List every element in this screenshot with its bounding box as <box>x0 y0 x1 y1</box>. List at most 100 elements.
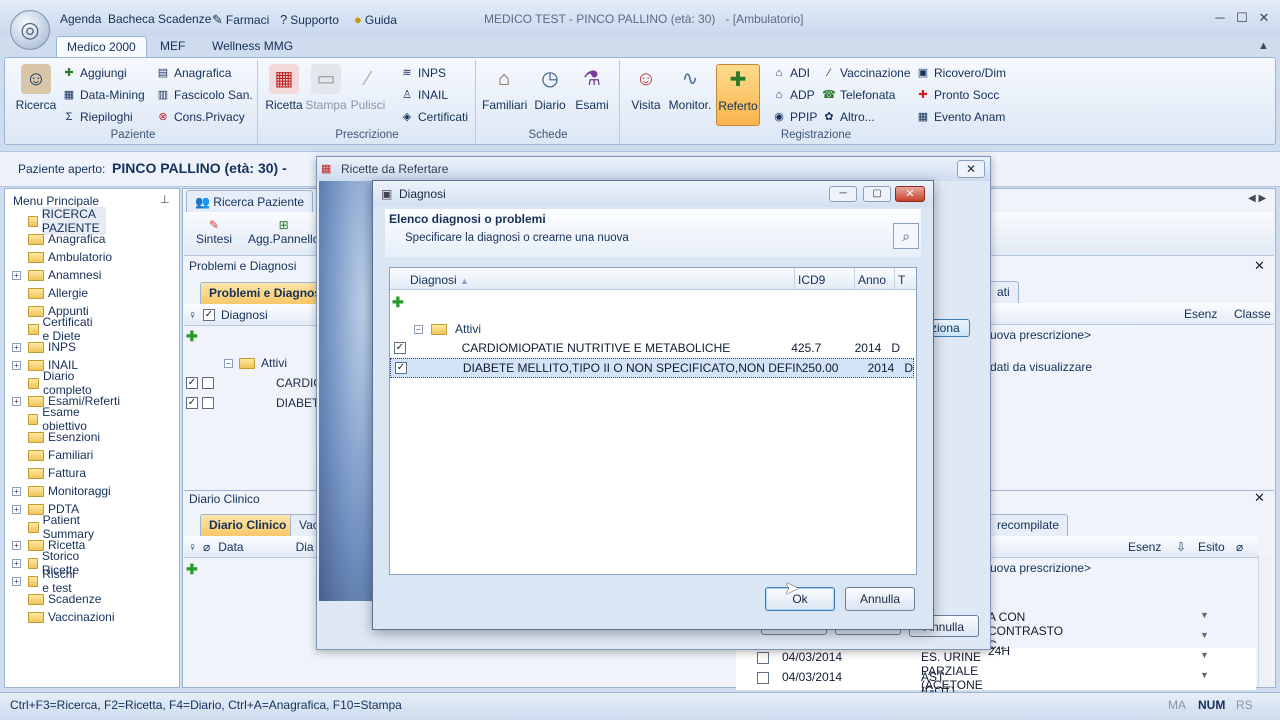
esami-button[interactable]: ⚗ Esami <box>570 64 614 116</box>
expand-icon[interactable]: + <box>12 270 21 280</box>
expand-icon[interactable]: + <box>12 342 21 352</box>
annulla-button[interactable]: Annulla <box>845 587 915 611</box>
collapse-icon[interactable]: − <box>224 358 233 368</box>
diagnosi-minimize-icon[interactable]: ─ <box>829 186 857 202</box>
maximize-icon[interactable]: ☐ <box>1232 10 1252 28</box>
tab-wellness-mmg[interactable]: Wellness MMG <box>202 36 303 58</box>
sidebar-item[interactable]: Diario completo <box>18 369 97 397</box>
row-check[interactable]: ✓ <box>395 362 407 374</box>
diagnosi-close-icon[interactable]: ✕ <box>895 186 925 202</box>
ricette-close-icon[interactable]: ✕ <box>957 160 985 178</box>
tab-mef[interactable]: MEF <box>150 36 195 58</box>
expand-icon[interactable]: + <box>12 558 21 568</box>
nuova-prescrizione-row-2[interactable]: uova prescrizione> <box>990 561 1091 575</box>
qa-scadenze[interactable]: Scadenze <box>158 12 211 26</box>
sidebar-item[interactable]: Vaccinazioni <box>18 608 114 626</box>
problemi-group-attivi[interactable]: − Attivi <box>224 356 287 370</box>
pulisci-button[interactable]: ⁄ Pulisci <box>346 64 390 116</box>
qa-farmaci[interactable]: ✎ Farmaci <box>212 12 269 28</box>
diagnosi-maximize-icon[interactable]: ▢ <box>863 186 891 202</box>
referto-button[interactable]: ✚ Referto <box>716 64 760 126</box>
row-check[interactable]: ✓ <box>394 341 406 354</box>
pin-icon[interactable]: ⊥ <box>160 193 170 206</box>
diagnosi-group-attivi[interactable]: − Attivi <box>414 322 481 336</box>
dropdown-icon[interactable]: ▼ <box>1200 610 1209 620</box>
qa-agenda[interactable]: Agenda <box>60 12 101 26</box>
row-check[interactable] <box>757 652 769 664</box>
seleziona-button[interactable]: ziona <box>928 319 970 337</box>
dropdown-icon[interactable]: ▼ <box>1200 630 1209 640</box>
tab-medico-2000[interactable]: Medico 2000 <box>56 36 147 58</box>
row-check-2[interactable] <box>202 377 214 389</box>
diagnosi-row-2[interactable]: ✓ DIABETE MELLITO,TIPO II O NON SPECIFIC… <box>390 358 914 378</box>
adp-button[interactable]: ⌂ ADP <box>772 86 817 104</box>
close-icon[interactable]: ✕ <box>1254 10 1274 28</box>
tab-problemi-diagnosi[interactable]: Problemi e Diagnosi <box>200 282 334 304</box>
nuova-prescrizione-row[interactable]: uova prescrizione> <box>990 328 1091 342</box>
data-mining-button[interactable]: ▦ Data-Mining <box>62 86 145 104</box>
sintesi-button[interactable]: ✎ Sintesi <box>196 218 232 246</box>
sidebar-item[interactable]: Certificati e Diete <box>18 315 98 343</box>
diario-add-icon[interactable]: ✚ <box>186 561 198 578</box>
row-check[interactable] <box>757 672 769 684</box>
sidebar-item[interactable]: + INPS <box>12 338 76 356</box>
col-icd9[interactable]: ICD9 <box>798 273 825 287</box>
familiari-button[interactable]: ⌂ Familiari <box>482 64 527 116</box>
sidebar-item[interactable]: Scadenze <box>18 590 101 608</box>
sidebar-item[interactable]: Anagrafica <box>18 230 105 248</box>
expand-icon[interactable]: + <box>12 576 21 586</box>
row-check[interactable]: ✓ <box>186 397 198 409</box>
close-panel-2-icon[interactable]: ✕ <box>1254 490 1265 506</box>
sidebar-item[interactable]: Esame obiettivo <box>18 405 93 433</box>
altro-button[interactable]: ✿ Altro... <box>822 108 911 126</box>
expand-icon[interactable]: + <box>12 396 21 406</box>
qa-bacheca[interactable]: Bacheca <box>108 12 155 26</box>
ppip-button[interactable]: ◉ PPIP <box>772 108 817 126</box>
diagnosi-row-1[interactable]: ✓ CARDIOMIOPATIE NUTRITIVE E METABOLICHE… <box>390 338 900 358</box>
inail-button[interactable]: ♙ INAIL <box>400 86 468 104</box>
vaccinazione-button[interactable]: ⁄ Vaccinazione <box>822 64 910 82</box>
tab-ati[interactable]: ati <box>988 281 1019 303</box>
minimize-icon[interactable]: ─ <box>1210 10 1230 28</box>
tab-diario-clinico[interactable]: Diario Clinico <box>200 514 296 536</box>
collapse-icon[interactable]: − <box>414 324 423 334</box>
sidebar-item[interactable]: + Anamnesi <box>12 266 101 284</box>
problemi-check-all[interactable]: ✓ <box>203 308 215 321</box>
row-check-2[interactable] <box>202 397 214 409</box>
qa-supporto[interactable]: ? Supporto <box>280 12 339 27</box>
col-diagnosi[interactable]: Diagnosi ▲ <box>410 273 469 287</box>
qa-guida[interactable]: ● Guida <box>354 12 397 27</box>
expand-icon[interactable]: + <box>12 486 21 496</box>
problemi-row-2[interactable]: ✓ DIABETE <box>186 396 327 410</box>
scroll-tabs-icon[interactable]: ◀ ▶ <box>1248 193 1266 204</box>
dropdown-icon[interactable]: ▼ <box>1200 650 1209 660</box>
row-check[interactable]: ✓ <box>186 377 198 389</box>
monitor-button[interactable]: ∿ Monitor. <box>668 64 712 116</box>
diario-button[interactable]: ◷ Diario <box>528 64 572 116</box>
expand-icon[interactable]: + <box>12 360 21 370</box>
anagrafica-button[interactable]: ▤ Anagrafica <box>156 64 253 82</box>
adi-button[interactable]: ⌂ ADI <box>772 64 817 82</box>
ricovero-button[interactable]: ▣ Ricovero/Dim <box>916 64 1006 82</box>
problemi-add-icon[interactable]: ✚ <box>186 328 198 345</box>
search-diagnosis-icon[interactable]: ⌕ <box>893 223 919 249</box>
inps-button[interactable]: ≋ INPS <box>400 64 468 82</box>
evento-button[interactable]: ▦ Evento Anam <box>916 108 1006 126</box>
ricetta-button[interactable]: ▦ Ricetta <box>262 64 306 116</box>
privacy-button[interactable]: ⊗ Cons.Privacy <box>156 108 253 126</box>
aggiungi-button[interactable]: ✚ Aggiungi <box>62 64 145 82</box>
dropdown-icon[interactable]: ▼ <box>1200 670 1209 680</box>
expand-icon[interactable]: + <box>12 504 21 514</box>
sidebar-item[interactable]: RICERCA PAZIENTE <box>18 207 106 235</box>
stampa-button[interactable]: ▭ Stampa <box>304 64 348 116</box>
tab-ricerca-paziente[interactable]: 👥 Ricerca Paziente <box>186 190 314 212</box>
col-anno[interactable]: Anno <box>858 273 886 287</box>
riepiloghi-button[interactable]: Σ Riepiloghi <box>62 108 145 126</box>
sidebar-item[interactable]: Fattura <box>18 464 86 482</box>
vertical-scrollbar[interactable] <box>1258 556 1272 686</box>
ok-button[interactable]: Ok <box>765 587 835 611</box>
sidebar-item[interactable]: Ambulatorio <box>18 248 112 266</box>
agg-pannello-button[interactable]: ⊞ Agg.Pannello <box>248 218 319 246</box>
sidebar-item[interactable]: Allergie <box>18 284 88 302</box>
sidebar-item[interactable]: Patient Summary <box>18 513 99 541</box>
